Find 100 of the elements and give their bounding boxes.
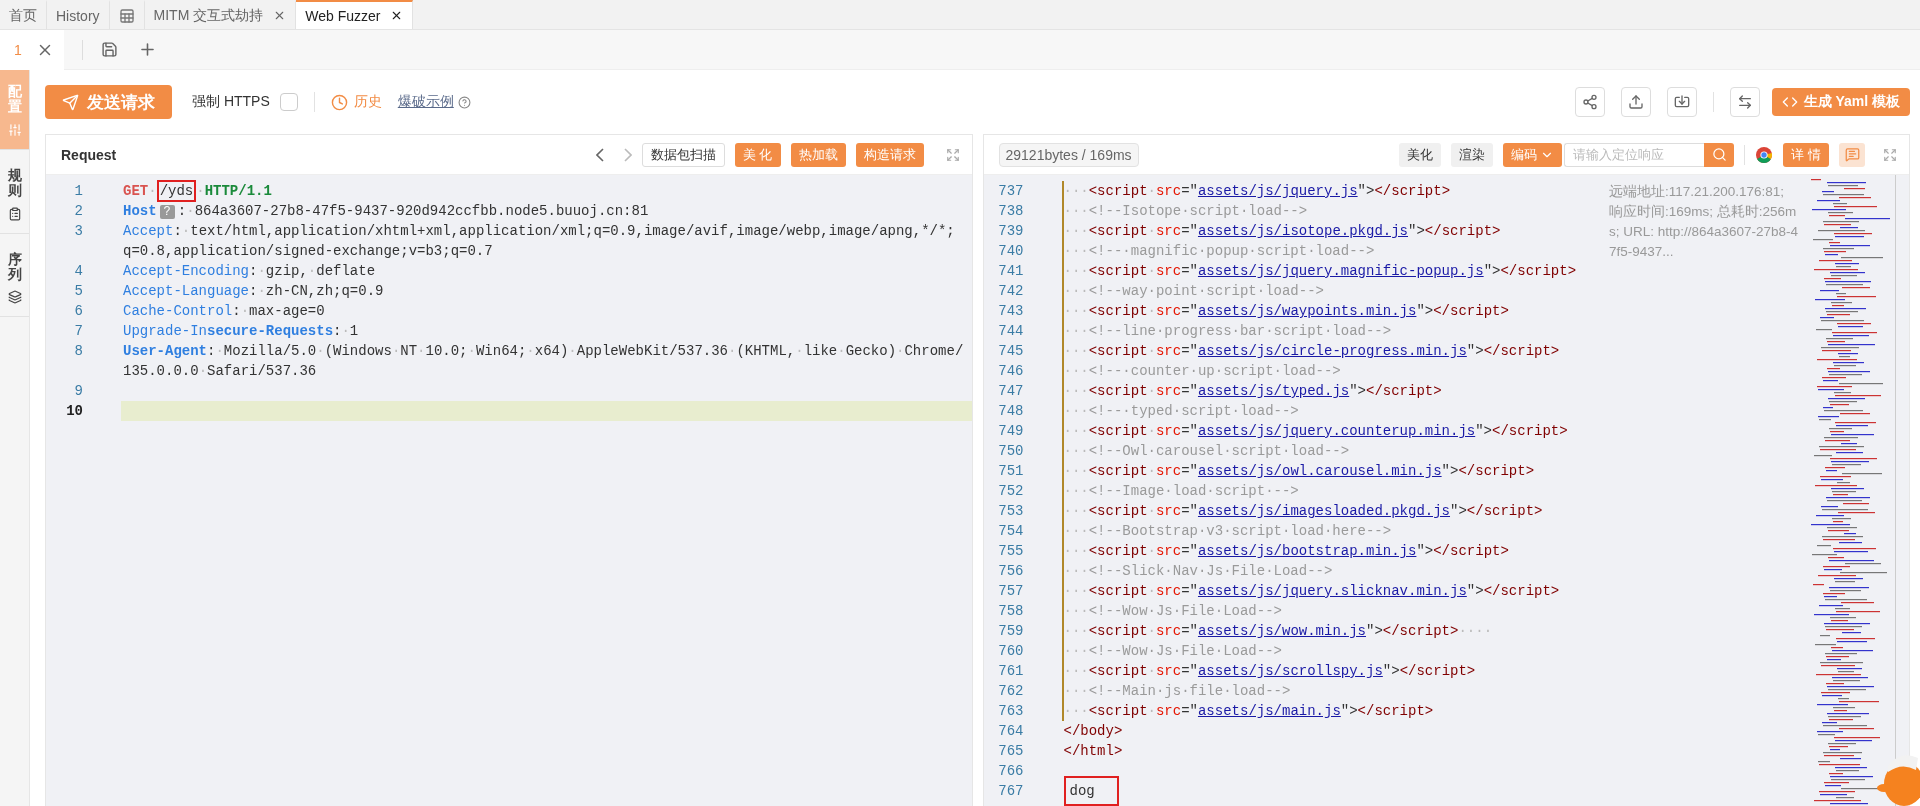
code-line: Cache-Control:·max-age=0 xyxy=(123,302,325,321)
file-link[interactable]: assets/js/jquery.js xyxy=(1197,183,1358,199)
line-number: 753 xyxy=(997,502,1025,521)
code-line: ···<script·src="assets/js/bootstrap.min.js"></script> xyxy=(1063,542,1509,561)
chevron-right-icon xyxy=(623,147,632,162)
search-button[interactable] xyxy=(1704,142,1735,167)
code-line: User-Agent:·Mozilla/5.0·(Windows·NT·10.0;·Win64;·x64)·AppleWebKit/537.36·(KHTML,·like·Gecko)·Chrome/ xyxy=(123,342,964,361)
file-link[interactable]: assets/js/wow.min.js xyxy=(1197,623,1366,639)
file-link[interactable]: assets/js/imagesloaded.pkgd.js xyxy=(1197,503,1450,519)
code-line: ···<script·src="assets/js/scrollspy.js"></script> xyxy=(1063,662,1476,681)
code-line: ···<!--Wow·Js·File·Load--> xyxy=(1063,642,1282,661)
https-checkbox[interactable] xyxy=(279,93,298,111)
line-number: 738 xyxy=(997,202,1025,221)
file-link[interactable]: assets/js/jquery.counterup.min.js xyxy=(1197,423,1476,439)
code-line: Accept-Encoding:·gzip,·deflate xyxy=(123,262,376,281)
clock-icon xyxy=(330,93,348,111)
panel-title: Request xyxy=(61,146,117,163)
line-number: 8 xyxy=(73,342,84,361)
file-link[interactable]: assets/js/owl.carousel.min.js xyxy=(1197,463,1442,479)
response-info: 远端地址:117.21.200.176:81; 响应时间:169ms; 总耗时:256ms; URL: http://864a3607-27b8-47f5-9437... xyxy=(1609,183,1799,261)
code-line: </html> xyxy=(1063,742,1123,761)
chrome-icon[interactable] xyxy=(1755,145,1774,164)
import-button[interactable] xyxy=(1666,87,1697,117)
marked-text: dog xyxy=(1063,776,1119,806)
comment-button[interactable] xyxy=(1839,142,1865,167)
code-line: ···<!--·typed·script·load--> xyxy=(1063,402,1299,421)
code-line: Accept-Language:·zh-CN,zh;q=0.9 xyxy=(123,282,384,301)
code-line: ···<script·src="assets/js/main.js"></script> xyxy=(1063,702,1434,721)
comment-icon xyxy=(1844,147,1860,162)
code-line: ···<script·src="assets/js/isotope.pkgd.js"></script> xyxy=(1063,222,1501,241)
line-number: 763 xyxy=(997,702,1025,721)
line-number: 740 xyxy=(997,242,1025,261)
line-number: 6 xyxy=(73,302,84,321)
code-line: ···<!--Bootstrap·v3·script·load·here--> xyxy=(1063,522,1392,541)
file-link[interactable]: assets/js/circle-progress.min.js xyxy=(1197,343,1467,359)
code-line: ···<!--Image·load·script·--> xyxy=(1063,482,1299,501)
line-number: 761 xyxy=(997,662,1025,681)
line-number: 744 xyxy=(997,322,1025,341)
sidebar-item[interactable]: 序列 xyxy=(0,237,29,318)
code-icon xyxy=(1781,94,1798,110)
toolbar-button[interactable]: 美化 xyxy=(1399,142,1442,167)
code-line: ···<script·src="assets/js/wow.min.js"></script>···· xyxy=(1063,622,1493,641)
export-button[interactable] xyxy=(1620,87,1651,117)
tab[interactable]: Web Fuzzer xyxy=(296,0,414,29)
search-field[interactable]: 请输入定位响应 xyxy=(1564,142,1705,167)
file-link[interactable]: assets/js/typed.js xyxy=(1197,383,1350,399)
code-line: ···<!--·counter·up·script·load--> xyxy=(1063,362,1341,381)
line-number: 2 xyxy=(73,202,84,221)
line-number: 3 xyxy=(73,222,84,241)
file-link[interactable]: assets/js/bootstrap.min.js xyxy=(1197,543,1417,559)
code-line: Host ? :·864a3607-27b8-47f5-9437-920d942ccfbb.node5.buuoj.cn:81 xyxy=(123,201,649,221)
file-link[interactable]: assets/js/waypoints.min.js xyxy=(1197,303,1417,319)
line-number: 739 xyxy=(997,222,1025,241)
file-link[interactable]: assets/js/scrollspy.js xyxy=(1197,663,1383,679)
share-button[interactable] xyxy=(1574,87,1605,117)
import-icon xyxy=(1673,94,1690,110)
line-number: 4 xyxy=(73,262,84,281)
upload-icon xyxy=(1627,94,1644,110)
code-line: ···<!--Wow·Js·File·Load--> xyxy=(1063,602,1282,621)
save-button[interactable] xyxy=(100,41,118,58)
code-line: ···<!--line·progress·bar·script·load--> xyxy=(1063,322,1392,341)
code-line: q=0.8,application/signed-exchange;v=b3;q=0.7 xyxy=(123,242,493,261)
swap-button[interactable] xyxy=(1729,87,1760,117)
file-link[interactable]: assets/js/jquery.slicknav.min.js xyxy=(1197,583,1467,599)
clipboard-icon xyxy=(7,206,22,221)
code-line: 135.0.0.0·Safari/537.36 xyxy=(123,362,317,381)
code-line: ···<!--Owl·carousel·script·load--> xyxy=(1063,442,1350,461)
line-number: 748 xyxy=(997,402,1025,421)
code-line: ···<script·src="assets/js/waypoints.min.js"></script> xyxy=(1063,302,1509,321)
send-icon xyxy=(62,93,79,111)
file-link[interactable]: assets/js/main.js xyxy=(1197,703,1341,719)
line-number: 762 xyxy=(997,682,1025,701)
line-number: 752 xyxy=(997,482,1025,501)
line-number: 767 xyxy=(997,782,1025,801)
code-line: ···<script·src="assets/js/jquery.magnific-popup.js"></script> xyxy=(1063,262,1577,281)
sidebar-item[interactable]: 规则 xyxy=(0,153,29,234)
back-button[interactable] xyxy=(595,147,604,162)
line-number: 764 xyxy=(997,722,1025,741)
code-line: ···<script·src="assets/js/typed.js"></script> xyxy=(1063,382,1442,401)
file-link[interactable]: assets/js/isotope.pkgd.js xyxy=(1197,223,1408,239)
expand-icon xyxy=(1883,147,1897,162)
line-number: 754 xyxy=(997,522,1025,541)
https-label: 强制 HTTPS xyxy=(192,93,270,111)
examples-link[interactable]: 爆破示例 xyxy=(397,93,454,111)
code-line: ···<script·src="assets/js/jquery.slicknav.min.js"></script> xyxy=(1063,582,1560,601)
code-line: ···<!--Main·js·file·load--> xyxy=(1063,682,1291,701)
code-line: GET· /yds ·HTTP/1.1 xyxy=(123,180,272,202)
file-link[interactable]: assets/js/jquery.magnific-popup.js xyxy=(1197,263,1484,279)
fullscreen-button[interactable] xyxy=(945,147,960,162)
save-icon xyxy=(100,41,118,58)
code-line: ···<!--way·point·script·load--> xyxy=(1063,282,1324,301)
code-line: </body> xyxy=(1063,722,1123,741)
toolbar-button[interactable]: 数据包扫描 xyxy=(641,142,725,167)
fullscreen-button[interactable] xyxy=(1883,147,1897,162)
share-icon xyxy=(1581,94,1598,110)
help-icon[interactable] xyxy=(457,95,471,109)
chevron-left-icon xyxy=(595,147,604,162)
code-line: ···<script·src="assets/js/circle-progress.min.js"></script> xyxy=(1063,342,1560,361)
toolbar-button[interactable]: 渲染 xyxy=(1451,142,1494,167)
code-line: ···<!--Isotope·script·load--> xyxy=(1063,202,1308,221)
